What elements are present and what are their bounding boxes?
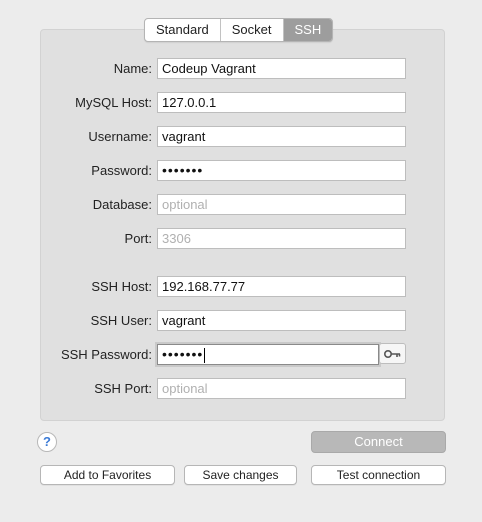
ssh-port-field[interactable]: optional [157,378,406,399]
port-label: Port: [124,231,152,246]
ssh-user-field[interactable]: vagrant [157,310,406,331]
username-label: Username: [88,129,152,144]
save-changes-button[interactable]: Save changes [184,465,297,485]
tab-standard[interactable]: Standard [145,19,221,41]
mysql-host-label: MySQL Host: [75,95,152,110]
mysql-host-field[interactable]: 127.0.0.1 [157,92,406,113]
ssh-password-label: SSH Password: [60,347,152,362]
ssh-user-label: SSH User: [90,313,152,328]
username-field[interactable]: vagrant [157,126,406,147]
help-button[interactable]: ? [37,432,57,452]
connect-button[interactable]: Connect [311,431,446,453]
tab-ssh[interactable]: SSH [283,19,333,41]
ssh-password-field[interactable]: ••••••• [157,344,379,365]
text-caret [204,347,206,363]
port-field[interactable]: 3306 [157,228,406,249]
database-field[interactable]: optional [157,194,406,215]
password-label: Password: [91,163,152,178]
ssh-host-field[interactable]: 192.168.77.77 [157,276,406,297]
name-label: Name: [113,61,152,76]
name-field[interactable]: Codeup Vagrant [157,58,406,79]
database-label: Database: [92,197,152,212]
key-icon [383,349,400,358]
ssh-password-value: ••••••• [162,346,204,362]
test-connection-button[interactable]: Test connection [311,465,446,485]
connection-type-tabs: Standard Socket SSH [144,18,334,42]
ssh-key-button[interactable] [379,343,406,364]
add-to-favorites-button[interactable]: Add to Favorites [40,465,175,485]
ssh-port-label: SSH Port: [94,381,152,396]
ssh-host-label: SSH Host: [91,279,152,294]
password-field[interactable]: ••••••• [157,160,406,181]
tab-socket[interactable]: Socket [221,19,284,41]
